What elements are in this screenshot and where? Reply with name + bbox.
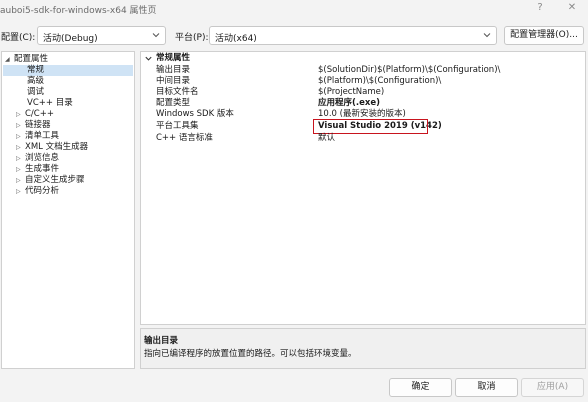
- help-button[interactable]: ?: [530, 1, 550, 15]
- collapsed-triangle-icon: ▷: [16, 166, 21, 173]
- tree-item-xml-doc-generator[interactable]: ▷ XML 文档生成器: [16, 142, 88, 153]
- config-manager-button[interactable]: 配置管理器(O)...: [504, 26, 584, 45]
- collapsed-triangle-icon: ▷: [16, 177, 21, 184]
- property-value[interactable]: $(ProjectName): [318, 87, 384, 98]
- property-row-cpp-language-standard[interactable]: C++ 语言标准 默认: [141, 133, 585, 144]
- tree-item-custom-build-step[interactable]: ▷ 自定义生成步骤: [16, 175, 85, 186]
- platform-label: 平台(P):: [175, 33, 209, 43]
- chevron-down-icon: [145, 56, 152, 61]
- property-key: Windows SDK 版本: [156, 109, 234, 119]
- property-row-configuration-type[interactable]: 配置类型 应用程序(.exe): [141, 98, 585, 109]
- tree-item-cpp[interactable]: ▷ C/C++: [16, 109, 54, 120]
- config-dropdown[interactable]: 活动(Debug): [37, 26, 166, 45]
- red-highlight-box: [313, 119, 428, 134]
- platform-dropdown[interactable]: 活动(x64): [209, 26, 497, 45]
- property-key: 目标文件名: [156, 87, 199, 97]
- config-value: 活动(Debug): [43, 34, 98, 44]
- collapsed-triangle-icon: ▷: [16, 155, 21, 162]
- property-value[interactable]: 默认: [318, 133, 335, 144]
- description-panel: 输出目录 指向已编译程序的放置位置的路径。可以包括环境变量。: [140, 328, 586, 369]
- property-row-target-name[interactable]: 目标文件名 $(ProjectName): [141, 87, 585, 98]
- ok-button[interactable]: 确定: [389, 378, 452, 397]
- description-title: 输出目录: [144, 336, 179, 346]
- tree-item-manifest-tool[interactable]: ▷ 清单工具: [16, 131, 59, 142]
- collapsed-triangle-icon: ▷: [16, 144, 21, 151]
- cancel-button[interactable]: 取消: [455, 378, 518, 397]
- property-row-output-dir[interactable]: 输出目录 $(SolutionDir)$(Platform)\$(Configu…: [141, 65, 585, 76]
- window-title: auboi5-sdk-for-windows-x64 属性页: [0, 6, 157, 16]
- tree-item-general[interactable]: 常规: [3, 65, 133, 76]
- property-key: 配置类型: [156, 98, 191, 108]
- expanded-triangle-icon: ◢: [5, 56, 10, 63]
- collapsed-triangle-icon: ▷: [16, 188, 21, 195]
- property-key: 中间目录: [156, 76, 191, 86]
- collapsed-triangle-icon: ▷: [16, 133, 21, 140]
- property-value[interactable]: 应用程序(.exe): [318, 98, 380, 109]
- platform-value: 活动(x64): [215, 34, 257, 44]
- tree-item-linker[interactable]: ▷ 链接器: [16, 120, 51, 131]
- property-key: 输出目录: [156, 65, 191, 75]
- property-row-platform-toolset[interactable]: 平台工具集 Visual Studio 2019 (v142): [141, 119, 585, 134]
- title-bar: auboi5-sdk-for-windows-x64 属性页 ? ✕: [0, 0, 588, 17]
- tree-root-config-properties[interactable]: ◢ 配置属性: [5, 54, 48, 65]
- property-key: 平台工具集: [156, 121, 199, 131]
- property-key: C++ 语言标准: [156, 133, 213, 143]
- property-tree: ◢ 配置属性 常规 高级 调试 VC++ 目录 ▷ C/C++ ▷ 链接器 ▷ 清单工具…: [1, 51, 135, 369]
- tree-item-code-analysis[interactable]: ▷ 代码分析: [16, 186, 59, 197]
- chevron-down-icon: [483, 33, 491, 38]
- chevron-down-icon: [152, 33, 160, 38]
- tree-item-vc-directories[interactable]: VC++ 目录: [27, 98, 73, 109]
- category-general-properties[interactable]: 常规属性: [141, 52, 585, 64]
- close-button[interactable]: ✕: [562, 1, 582, 15]
- tree-item-debugging[interactable]: 调试: [27, 87, 44, 98]
- tree-item-advanced[interactable]: 高级: [27, 76, 44, 87]
- apply-button[interactable]: 应用(A): [521, 378, 584, 397]
- property-row-intermediate-dir[interactable]: 中间目录 $(Platform)\$(Configuration)\: [141, 76, 585, 87]
- property-grid: 常规属性 输出目录 $(SolutionDir)$(Platform)\$(Co…: [140, 51, 586, 325]
- tree-item-build-events[interactable]: ▷ 生成事件: [16, 164, 59, 175]
- config-label: 配置(C):: [1, 33, 36, 43]
- config-bar: 配置(C): 活动(Debug) 平台(P): 活动(x64) 配置管理器(O)…: [0, 25, 588, 47]
- property-value[interactable]: $(Platform)\$(Configuration)\: [318, 76, 441, 87]
- collapsed-triangle-icon: ▷: [16, 122, 21, 129]
- tree-item-browse-info[interactable]: ▷ 浏览信息: [16, 153, 59, 164]
- collapsed-triangle-icon: ▷: [16, 111, 21, 118]
- description-text: 指向已编译程序的放置位置的路径。可以包括环境变量。: [144, 349, 357, 359]
- property-value[interactable]: $(SolutionDir)$(Platform)\$(Configuratio…: [318, 65, 500, 76]
